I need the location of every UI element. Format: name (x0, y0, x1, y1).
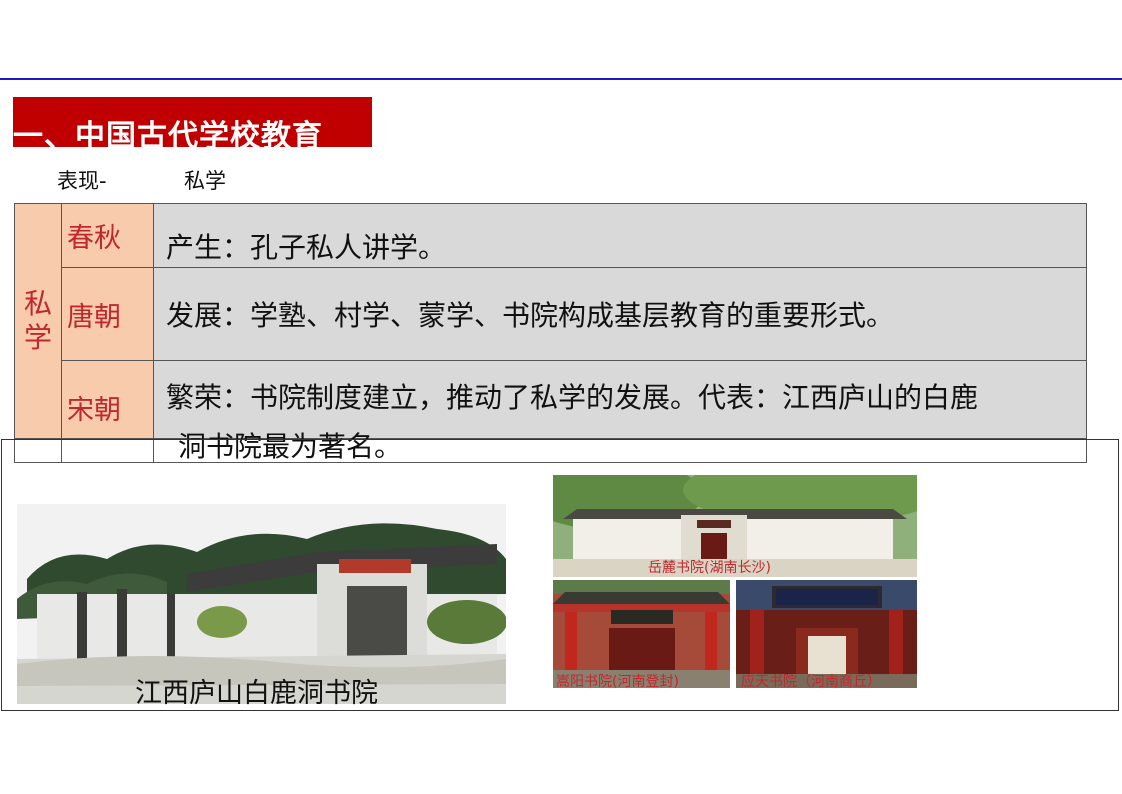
desc-cell: 发展：学塾、村学、蒙学、书院构成基层教育的重要形式。 (153, 267, 1087, 361)
era-cell: 唐朝 (61, 267, 154, 361)
era-label: 宋朝 (67, 395, 121, 426)
bailudong-caption: 江西庐山白鹿洞书院 (135, 678, 378, 709)
category-label: 私学 (23, 287, 52, 354)
category-cell: 私学 (14, 203, 62, 439)
era-label: 唐朝 (67, 301, 121, 333)
table-row: 宋朝 繁荣：书院制度建立，推动了私学的发展。代表：江西庐山的白鹿 (15, 360, 1087, 439)
private-school-table: 私学 春秋 产生：孔子私人讲学。 唐朝 发展：学塾、村学、蒙学、书院构成基层教育… (14, 203, 1087, 463)
desc-cell: 产生：孔子私人讲学。 (153, 203, 1087, 268)
table-row: 私学 春秋 产生：孔子私人讲学。 (14, 203, 1087, 439)
desc-text-line1: 繁荣：书院制度建立，推动了私学的发展。代表：江西庐山的白鹿 (166, 381, 979, 414)
desc-text: 产生：孔子私人讲学。 (166, 230, 447, 264)
subhead-label: 表现- (57, 169, 107, 193)
songyang-caption: 嵩阳书院(河南登封) (556, 674, 679, 690)
era-label: 春秋 (67, 223, 121, 254)
subhead-value: 私学 (184, 169, 226, 193)
table-row: 唐朝 发展：学塾、村学、蒙学、书院构成基层教育的重要形式。 (15, 267, 1087, 361)
section-title: 一、中国古代学校教育 (13, 119, 323, 147)
yuelu-caption: 岳麓书院(湖南长沙) (648, 560, 771, 576)
top-divider (0, 78, 1122, 80)
yingtian-caption: 应天书院（河南商丘） (741, 674, 881, 690)
section-title-band: 一、中国古代学校教育 (13, 97, 372, 147)
era-cell: 宋朝 (61, 360, 154, 439)
desc-text: 发展：学塾、村学、蒙学、书院构成基层教育的重要形式。 (166, 299, 895, 332)
era-cell: 春秋 (61, 203, 154, 268)
